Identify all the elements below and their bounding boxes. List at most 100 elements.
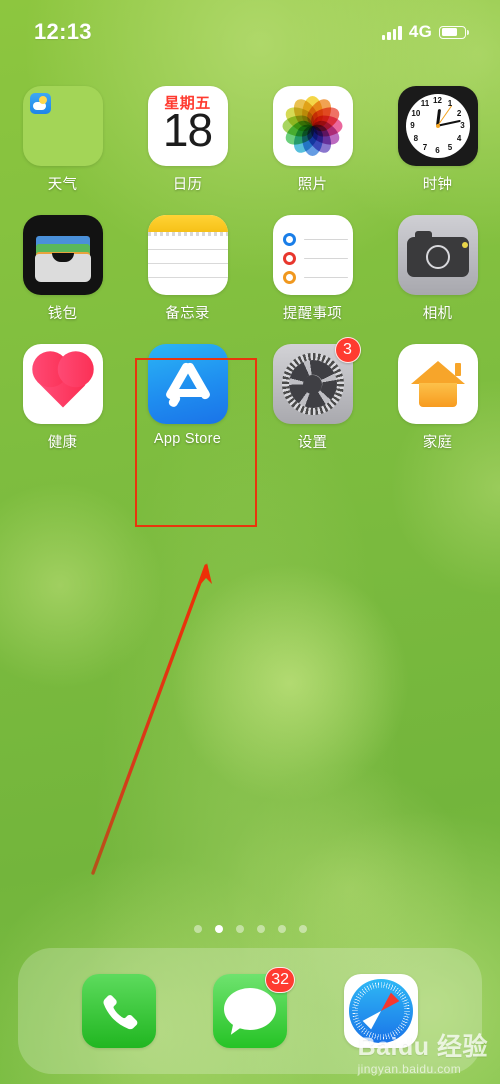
clock-face: 12 1 2 3 4 5 6 7 8 9 10 11	[405, 94, 470, 158]
app-icon-weather[interactable]: 天气	[13, 86, 113, 194]
watermark: Baidu 经验 jingyan.baidu.com	[358, 1033, 488, 1076]
app-row-1: 天气 星期五 18 日历 照片 12 1 2 3 4 5 6 7 8 9 10 …	[0, 86, 500, 194]
camera-icon	[397, 215, 478, 295]
app-icon-photos[interactable]: 照片	[263, 86, 363, 194]
weather-glyph-icon	[29, 93, 51, 114]
reminders-row	[282, 233, 348, 246]
messages-icon-wrap: 32	[212, 967, 295, 1048]
app-label-settings: 设置	[297, 435, 328, 451]
clock-numeral: 10	[411, 108, 421, 118]
home-icon	[397, 344, 478, 424]
app-icon-clock[interactable]: 12 1 2 3 4 5 6 7 8 9 10 11 时钟	[388, 86, 488, 194]
clock-numeral: 12	[433, 96, 442, 105]
camera-flash	[461, 242, 468, 248]
photos-icon-wrap	[272, 86, 353, 166]
wallet-icon-wrap	[22, 215, 103, 295]
iphone-home-screen: 12:13 4G 天气 星期五 18 日历 照片 12 1 2 3 4 5 6 …	[0, 0, 500, 1084]
status-bar: 12:13 4G	[0, 0, 500, 64]
network-type-label: 4G	[408, 22, 432, 41]
photos-icon	[272, 86, 353, 166]
camera-body	[406, 237, 469, 277]
clock-numeral: 11	[420, 99, 430, 109]
status-bar-right: 4G	[381, 22, 469, 42]
clock-numeral: 6	[435, 146, 440, 155]
app-label-home: 家庭	[422, 435, 453, 451]
app-icon-notes[interactable]: 备忘录	[138, 215, 238, 323]
app-icon-wallet[interactable]: 钱包	[13, 215, 113, 323]
weather-icon	[22, 86, 103, 166]
app-label-clock: 时钟	[422, 177, 453, 193]
reminders-icon	[272, 215, 353, 295]
settings-icon-wrap: 3	[272, 337, 361, 424]
app-label-wallet: 钱包	[47, 306, 78, 322]
clock-numeral: 2	[456, 108, 462, 118]
page-dot[interactable]	[298, 925, 307, 933]
clock-numeral: 7	[422, 142, 428, 152]
app-label-photos: 照片	[297, 177, 328, 193]
app-icon-reminders[interactable]: 提醒事项	[263, 215, 363, 323]
notes-header-strip	[147, 215, 228, 232]
page-dot[interactable]	[214, 925, 223, 933]
app-label-weather: 天气	[47, 177, 78, 193]
dock-item-phone[interactable]	[69, 974, 169, 1048]
wallet-pocket	[34, 253, 91, 282]
handset-glyph-icon	[103, 995, 138, 1030]
notes-perforation	[147, 232, 228, 236]
clock-numeral: 4	[456, 133, 462, 143]
phone-icon-wrap	[82, 974, 157, 1048]
notes-icon-wrap	[147, 215, 228, 295]
app-label-notes: 备忘录	[165, 306, 210, 322]
app-icon-calendar[interactable]: 星期五 18 日历	[138, 86, 238, 194]
battery-icon	[439, 25, 469, 39]
page-dot[interactable]	[235, 925, 244, 933]
settings-badge: 3	[334, 337, 361, 363]
notes-icon	[147, 215, 228, 295]
clock-icon-wrap: 12 1 2 3 4 5 6 7 8 9 10 11	[397, 86, 478, 166]
photos-pinwheel	[273, 86, 353, 166]
clock-center-pin	[435, 124, 440, 128]
health-icon-wrap	[22, 344, 103, 424]
clock-icon: 12 1 2 3 4 5 6 7 8 9 10 11	[397, 86, 478, 166]
reminders-dot	[282, 271, 296, 284]
camera-icon-wrap	[397, 215, 478, 295]
app-icon-camera[interactable]: 相机	[388, 215, 488, 323]
reminders-icon-wrap	[272, 215, 353, 295]
weather-icon-wrap	[22, 86, 103, 166]
reminders-rule	[303, 276, 348, 279]
app-label-health: 健康	[47, 435, 78, 451]
calendar-icon: 星期五 18	[147, 86, 228, 166]
wallet-icon	[22, 215, 103, 295]
app-icon-home[interactable]: 家庭	[388, 344, 488, 452]
reminders-row	[282, 252, 348, 265]
page-indicator[interactable]	[0, 925, 500, 933]
clock-numeral: 9	[410, 121, 415, 130]
app-label-camera: 相机	[422, 306, 453, 322]
app-icon-health[interactable]: 健康	[13, 344, 113, 452]
phone-icon	[82, 974, 157, 1048]
app-icon-settings[interactable]: 3 设置	[263, 337, 363, 452]
reminders-row	[282, 271, 348, 284]
status-bar-time: 12:13	[34, 19, 92, 44]
calendar-day: 18	[162, 104, 213, 156]
dock-item-messages[interactable]: 32	[200, 967, 300, 1048]
watermark-title: Baidu 经验	[357, 1033, 488, 1061]
camera-lens	[425, 245, 450, 269]
clock-numeral: 3	[460, 121, 465, 130]
annotation-highlight-rect	[135, 358, 257, 527]
messages-badge: 32	[265, 967, 295, 993]
clock-numeral: 5	[447, 142, 453, 152]
calendar-icon-wrap: 星期五 18	[147, 86, 228, 166]
home-icon-wrap	[397, 344, 478, 424]
page-dot[interactable]	[193, 925, 202, 933]
heart-icon	[37, 356, 88, 408]
reminders-dot	[282, 233, 296, 246]
reminders-dot	[282, 252, 296, 265]
page-dot[interactable]	[256, 925, 265, 933]
watermark-url: jingyan.baidu.com	[357, 1062, 462, 1076]
reminders-rule	[303, 257, 348, 260]
clock-numeral: 8	[413, 133, 419, 143]
app-label-calendar: 日历	[172, 177, 203, 193]
app-label-reminders: 提醒事项	[282, 306, 343, 322]
page-dot[interactable]	[277, 925, 286, 933]
speech-bubble-icon	[223, 988, 276, 1030]
